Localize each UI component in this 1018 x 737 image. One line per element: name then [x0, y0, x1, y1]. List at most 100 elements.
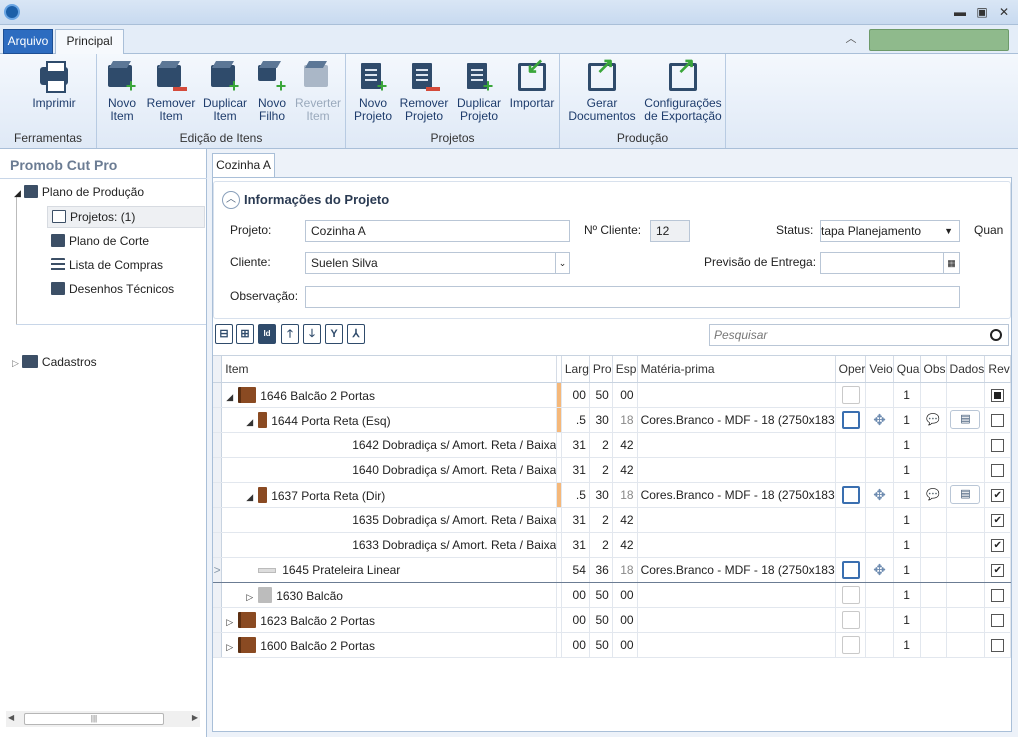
- collapse-caret-icon[interactable]: ◢: [226, 392, 238, 403]
- veio-cell[interactable]: ✥: [865, 556, 894, 583]
- grain-move-icon[interactable]: ✥: [873, 487, 886, 504]
- obs-cell[interactable]: [920, 457, 947, 483]
- veio-cell[interactable]: [865, 382, 894, 408]
- larg-cell[interactable]: 31: [561, 532, 590, 558]
- tree-item-lista-compras[interactable]: Lista de Compras: [51, 255, 163, 275]
- expand-all-icon[interactable]: ⊞: [236, 324, 254, 344]
- obs-cell[interactable]: 💬: [920, 482, 947, 508]
- obs-cell[interactable]: [920, 432, 947, 458]
- status-dropdown[interactable]: tapa Planejamento ▼: [820, 220, 960, 242]
- dados-cell[interactable]: [946, 457, 986, 483]
- materia-prima-cell[interactable]: [637, 507, 836, 533]
- move-down-icon[interactable]: 🡓: [303, 324, 321, 344]
- pro-cell[interactable]: 2: [589, 532, 613, 558]
- item-cell[interactable]: 1645 Prateleira Linear: [221, 556, 558, 583]
- merge-icon[interactable]: Y: [325, 324, 343, 344]
- esp-cell[interactable]: 18: [612, 407, 638, 433]
- oper-cell[interactable]: [835, 407, 867, 433]
- table-row[interactable]: 1633 Dobradiça s/ Amort. Reta / Baixa 31 2…: [213, 532, 1011, 558]
- operation-icon[interactable]: [841, 585, 860, 604]
- duplicar-item-button[interactable]: + Duplicar Item: [200, 58, 250, 123]
- oper-cell[interactable]: [835, 632, 867, 658]
- item-cell[interactable]: ▷ 1630 Balcão: [221, 582, 558, 608]
- qua-cell[interactable]: 1: [893, 457, 921, 483]
- row-indicator[interactable]: [213, 432, 223, 458]
- qua-cell[interactable]: 1: [893, 407, 921, 433]
- move-up-icon[interactable]: 🡑: [281, 324, 299, 344]
- esp-cell[interactable]: 42: [612, 432, 638, 458]
- column-header-qua[interactable]: Qua: [893, 356, 921, 383]
- obs-cell[interactable]: [920, 532, 947, 558]
- dados-cell[interactable]: [946, 582, 986, 608]
- oper-cell[interactable]: [835, 432, 867, 458]
- materia-prima-cell[interactable]: [637, 632, 836, 658]
- item-cell[interactable]: 1635 Dobradiça s/ Amort. Reta / Baixa: [221, 507, 558, 533]
- operation-icon[interactable]: [841, 635, 860, 654]
- data-document-icon[interactable]: ▤: [950, 410, 981, 429]
- rev-checkbox[interactable]: [991, 413, 1005, 427]
- larg-cell[interactable]: .5: [561, 407, 590, 433]
- esp-cell[interactable]: 00: [612, 582, 638, 608]
- qua-cell[interactable]: 1: [893, 632, 921, 658]
- configuracoes-exportacao-button[interactable]: ↗ Configurações de Exportação: [642, 55, 724, 123]
- tree-item-projetos[interactable]: Projetos: (1): [47, 206, 205, 228]
- item-cell[interactable]: 1633 Dobradiça s/ Amort. Reta / Baixa: [221, 532, 558, 558]
- collapse-all-icon[interactable]: ⊟: [215, 324, 233, 344]
- larg-cell[interactable]: 00: [561, 582, 590, 608]
- expand-caret-icon[interactable]: ▷: [246, 592, 258, 603]
- row-indicator[interactable]: [213, 532, 223, 558]
- column-header-dados[interactable]: Dados: [946, 356, 986, 383]
- operation-icon[interactable]: [841, 610, 860, 629]
- larg-cell[interactable]: 00: [561, 382, 590, 408]
- chevron-down-icon[interactable]: ▼: [944, 221, 953, 241]
- veio-cell[interactable]: [865, 457, 894, 483]
- projeto-input[interactable]: Cozinha A: [305, 220, 570, 242]
- veio-cell[interactable]: [865, 582, 894, 608]
- dados-cell[interactable]: ▤: [946, 482, 986, 508]
- esp-cell[interactable]: 00: [612, 632, 638, 658]
- row-indicator[interactable]: >: [213, 556, 223, 583]
- materia-prima-cell[interactable]: [637, 607, 836, 633]
- column-header-oper[interactable]: Oper: [835, 356, 867, 383]
- rev-checkbox[interactable]: [991, 488, 1005, 502]
- row-indicator[interactable]: [213, 632, 223, 658]
- expand-caret-icon[interactable]: ▷: [12, 358, 19, 368]
- veio-cell[interactable]: [865, 607, 894, 633]
- materia-prima-cell[interactable]: [637, 457, 836, 483]
- item-cell[interactable]: ▷ 1600 Balcão 2 Portas: [221, 632, 558, 658]
- larg-cell[interactable]: 31: [561, 457, 590, 483]
- oper-cell[interactable]: [835, 457, 867, 483]
- id-toggle-icon[interactable]: Id: [258, 324, 276, 344]
- duplicar-projeto-button[interactable]: + Duplicar Projeto: [454, 58, 504, 123]
- tree-item-plano-corte[interactable]: Plano de Corte: [51, 231, 149, 251]
- obs-cell[interactable]: [920, 382, 947, 408]
- column-header-obs[interactable]: Obs: [920, 356, 947, 383]
- novo-item-button[interactable]: + Novo Item: [101, 58, 143, 123]
- calendar-icon[interactable]: ▦: [943, 253, 959, 273]
- comment-icon[interactable]: 💬: [926, 489, 940, 501]
- veio-cell[interactable]: ✥: [865, 482, 894, 508]
- oper-cell[interactable]: [835, 507, 867, 533]
- oper-cell[interactable]: [835, 607, 867, 633]
- rev-checkbox[interactable]: [991, 588, 1005, 602]
- veio-cell[interactable]: [865, 507, 894, 533]
- rev-checkbox[interactable]: [991, 638, 1005, 652]
- remover-projeto-button[interactable]: Remover Projeto: [398, 58, 450, 123]
- oper-cell[interactable]: [835, 382, 867, 408]
- dados-cell[interactable]: [946, 432, 986, 458]
- rev-cell[interactable]: [984, 556, 1011, 583]
- qua-cell[interactable]: 1: [893, 507, 921, 533]
- rev-checkbox[interactable]: [991, 513, 1005, 527]
- table-row[interactable]: >1645 Prateleira Linear 54 36 18 Cores.Branc…: [213, 556, 1011, 583]
- column-header-larg[interactable]: Larg: [561, 356, 590, 383]
- horizontal-scrollbar[interactable]: ◀ ||| ▶: [6, 711, 200, 727]
- previsao-date-input[interactable]: ▦: [820, 252, 960, 274]
- rev-cell[interactable]: [984, 482, 1011, 508]
- pro-cell[interactable]: 50: [589, 607, 613, 633]
- rev-cell[interactable]: [984, 432, 1011, 458]
- oper-cell[interactable]: [835, 582, 867, 608]
- item-cell[interactable]: 1642 Dobradiça s/ Amort. Reta / Baixa: [221, 432, 558, 458]
- esp-cell[interactable]: 00: [612, 607, 638, 633]
- expand-caret-icon[interactable]: ▷: [226, 642, 238, 653]
- item-cell[interactable]: ▷ 1623 Balcão 2 Portas: [221, 607, 558, 633]
